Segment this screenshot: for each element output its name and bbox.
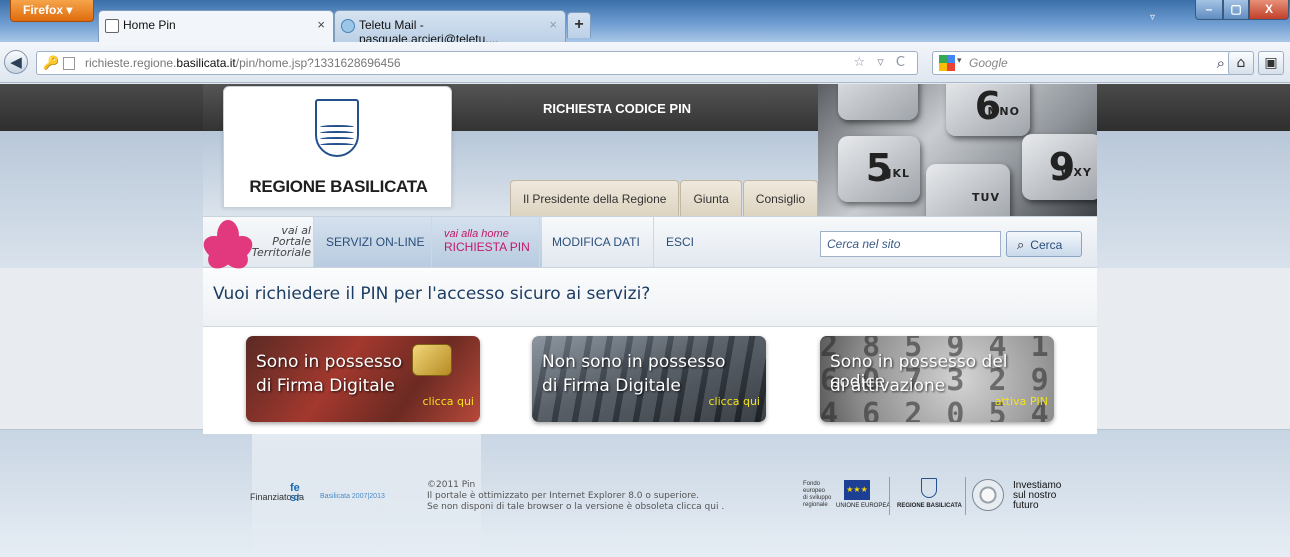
banner-codice-attivazione[interactable]: 2 8 5 9 4 1 36 0 7 3 2 9 54 6 2 0 5 4 3 … — [820, 336, 1054, 422]
tab-home-pin[interactable]: Home Pin × — [98, 10, 334, 42]
footer: Finanziato da fe sr Basilicata 2007|2013 … — [0, 429, 1290, 557]
banner-firma-digitale[interactable]: Sono in possesso di Firma Digitale clicc… — [246, 336, 480, 422]
search-engine-placeholder[interactable]: Google — [969, 56, 1008, 70]
institution-tabs: Il Presidente della Regione Giunta Consi… — [510, 180, 819, 216]
main-container: RICHIESTA CODICE PIN JKL 5 MNO 6 TUV WXY 9 … — [199, 84, 1097, 434]
url-text[interactable]: richieste.regione.basilicata.it/pin/home… — [85, 56, 401, 70]
tab-consiglio[interactable]: Consiglio — [742, 180, 819, 216]
search-engine-box[interactable]: ▾ Google ⌕ — [932, 51, 1232, 75]
back-button[interactable]: ◀ — [4, 50, 28, 74]
minimize-button[interactable]: – — [1195, 0, 1223, 20]
menu-modifica-dati[interactable]: MODIFICA DATI — [539, 217, 652, 267]
url-bar[interactable]: 🔑 richieste.regione.basilicata.it/pin/ho… — [36, 51, 918, 75]
tab-close-icon[interactable]: × — [317, 17, 325, 32]
google-icon[interactable] — [939, 55, 955, 71]
fesr-subtitle: Basilicata 2007|2013 — [320, 493, 385, 500]
close-window-button[interactable]: X — [1249, 0, 1289, 20]
firefox-menu-button[interactable]: Firefox ▾ — [10, 0, 94, 22]
search-button[interactable]: ⌕ Cerca — [1006, 231, 1082, 257]
tab-label: Home Pin — [123, 18, 176, 32]
browser-nav-bar: ◀ 🔑 richieste.regione.basilicata.it/pin/… — [0, 42, 1290, 83]
tab-list-icon[interactable]: ▿ — [1150, 12, 1155, 23]
maximize-button[interactable]: ▢ — [1223, 0, 1249, 20]
region-crest-icon — [921, 478, 937, 498]
portale-territoriale-link[interactable]: vai al Portale Territoriale — [249, 225, 311, 258]
italy-emblem-icon — [972, 479, 1004, 511]
page-icon — [63, 57, 75, 70]
logo-text: REGIONE BASILICATA — [249, 177, 428, 196]
browser-tab-bar: Firefox ▾ Home Pin × Teletu Mail - pasqu… — [0, 0, 1290, 46]
main-question: Vuoi richiedere il PIN per l'accesso sic… — [203, 269, 1097, 327]
menu-servizi-online[interactable]: SERVIZI ON-LINE — [313, 217, 437, 267]
region-label: REGIONE BASILICATA — [897, 503, 962, 509]
identity-icon[interactable]: 🔑 — [43, 56, 59, 71]
addon-button[interactable]: ▣ — [1258, 51, 1284, 75]
home-button[interactable]: ⌂ — [1228, 51, 1254, 75]
mail-icon — [341, 19, 355, 33]
fondo-europeo-label: Fondo europeo di sviluppo regionale — [803, 481, 832, 508]
web-page: RICHIESTA CODICE PIN JKL 5 MNO 6 TUV WXY 9 … — [0, 84, 1290, 557]
search-icon: ⌕ — [1017, 237, 1025, 252]
invest-label: Investiamo sul nostro futuro — [1013, 480, 1062, 511]
region-crest-icon — [315, 99, 359, 157]
page-title: RICHIESTA CODICE PIN — [543, 101, 692, 116]
tab-teletu-mail[interactable]: Teletu Mail - pasquale.arcieri@teletu...… — [334, 10, 566, 46]
fesr-logo-icon: fe sr — [290, 482, 301, 504]
new-tab-button[interactable]: + — [567, 12, 591, 38]
page-icon — [105, 19, 119, 33]
tab-giunta[interactable]: Giunta — [680, 180, 742, 216]
tab-close-icon[interactable]: × — [549, 17, 557, 32]
menu-esci[interactable]: ESCI — [653, 217, 706, 267]
smartcard-chip-icon — [412, 344, 452, 376]
tab-presidente[interactable]: Il Presidente della Regione — [510, 180, 680, 216]
eu-flag-icon: ★★★ — [844, 480, 870, 500]
clicca-qui-link[interactable]: clicca qui — [422, 395, 474, 408]
chevron-down-icon[interactable]: ▾ — [957, 56, 962, 66]
keypad-key — [838, 84, 918, 120]
eu-label: UNIONE EUROPEA — [836, 503, 891, 509]
keypad-key: TUV — [926, 164, 1010, 216]
browser-note-link[interactable]: Se non disponi di tale browser o la vers… — [427, 502, 724, 513]
attiva-pin-link[interactable]: attiva PIN — [995, 395, 1048, 408]
divider — [889, 477, 890, 515]
banner-no-firma-digitale[interactable]: Non sono in possesso di Firma Digitale c… — [532, 336, 766, 422]
site-search-input[interactable]: Cerca nel sito — [820, 231, 1001, 257]
keypad-key: WXY 9 — [1022, 134, 1097, 200]
region-logo[interactable]: REGIONE BASILICATA — [223, 86, 452, 208]
divider — [965, 477, 966, 515]
search-icon[interactable]: ⌕ — [1217, 54, 1225, 72]
keypad-key: JKL 5 — [838, 136, 920, 202]
main-menu: vai al Portale Territoriale SERVIZI ON-LIN… — [199, 216, 1097, 274]
menu-richiesta-pin[interactable]: vai alla home RICHIESTA PIN — [431, 217, 542, 267]
clicca-qui-link[interactable]: clicca qui — [708, 395, 760, 408]
keypad-image: JKL 5 MNO 6 TUV WXY 9 — [818, 84, 1097, 216]
footer-text: ©2011 Pin Il portale è ottimizzato per I… — [427, 480, 725, 513]
keypad-key: MNO 6 — [946, 84, 1030, 136]
url-actions[interactable]: ☆ ▿ C — [853, 55, 909, 70]
portale-flower-icon[interactable] — [199, 220, 257, 274]
